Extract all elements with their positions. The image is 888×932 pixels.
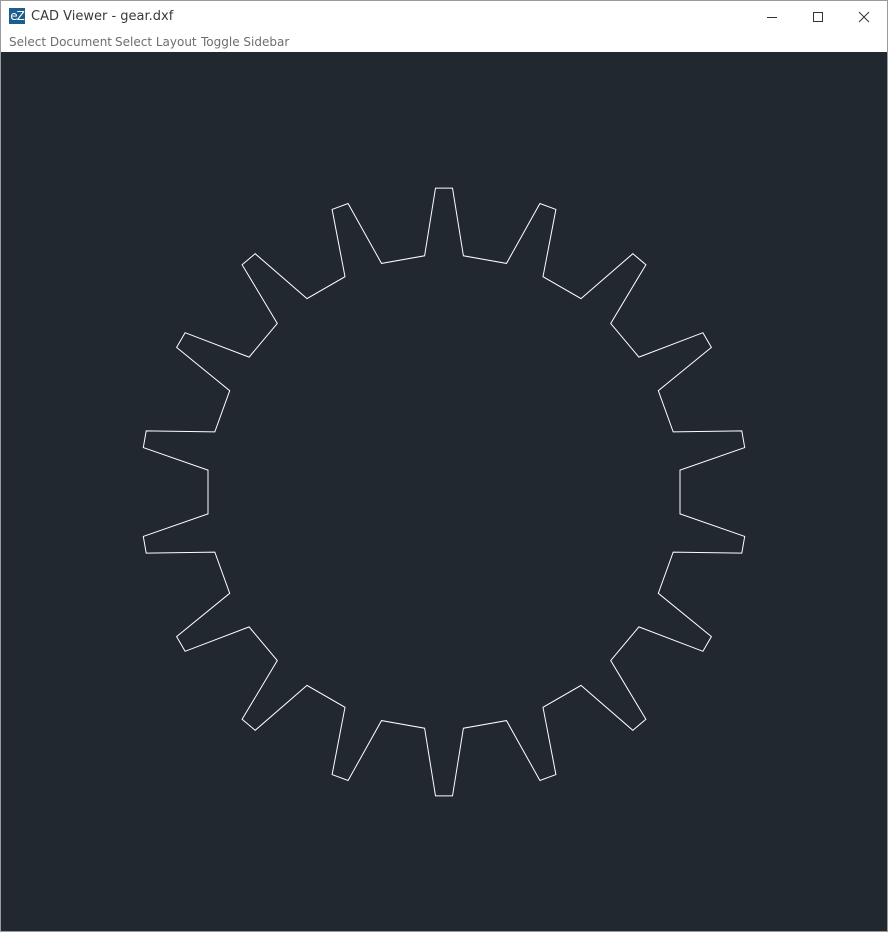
window-title: CAD Viewer - gear.dxf	[31, 9, 174, 24]
minimize-icon	[767, 16, 777, 18]
drawing-canvas[interactable]	[1, 52, 887, 931]
title-bar[interactable]: eZ CAD Viewer - gear.dxf	[1, 1, 887, 32]
maximize-icon	[813, 11, 823, 22]
menu-bar: Select Document Select Layout Toggle Sid…	[1, 32, 887, 52]
gear-outline	[142, 187, 746, 797]
menu-item-select-document[interactable]: Select Document	[9, 35, 112, 49]
menu-item-toggle-sidebar[interactable]: Toggle Sidebar	[201, 35, 289, 49]
close-button[interactable]	[841, 1, 887, 32]
app-window: eZ CAD Viewer - gear.dxf Select Document…	[0, 0, 888, 932]
menu-item-select-layout[interactable]: Select Layout	[115, 35, 197, 49]
maximize-button[interactable]	[795, 1, 841, 32]
close-icon	[858, 11, 870, 22]
cad-viewport[interactable]	[1, 52, 887, 931]
minimize-button[interactable]	[749, 1, 795, 32]
app-logo-icon: eZ	[9, 8, 25, 24]
